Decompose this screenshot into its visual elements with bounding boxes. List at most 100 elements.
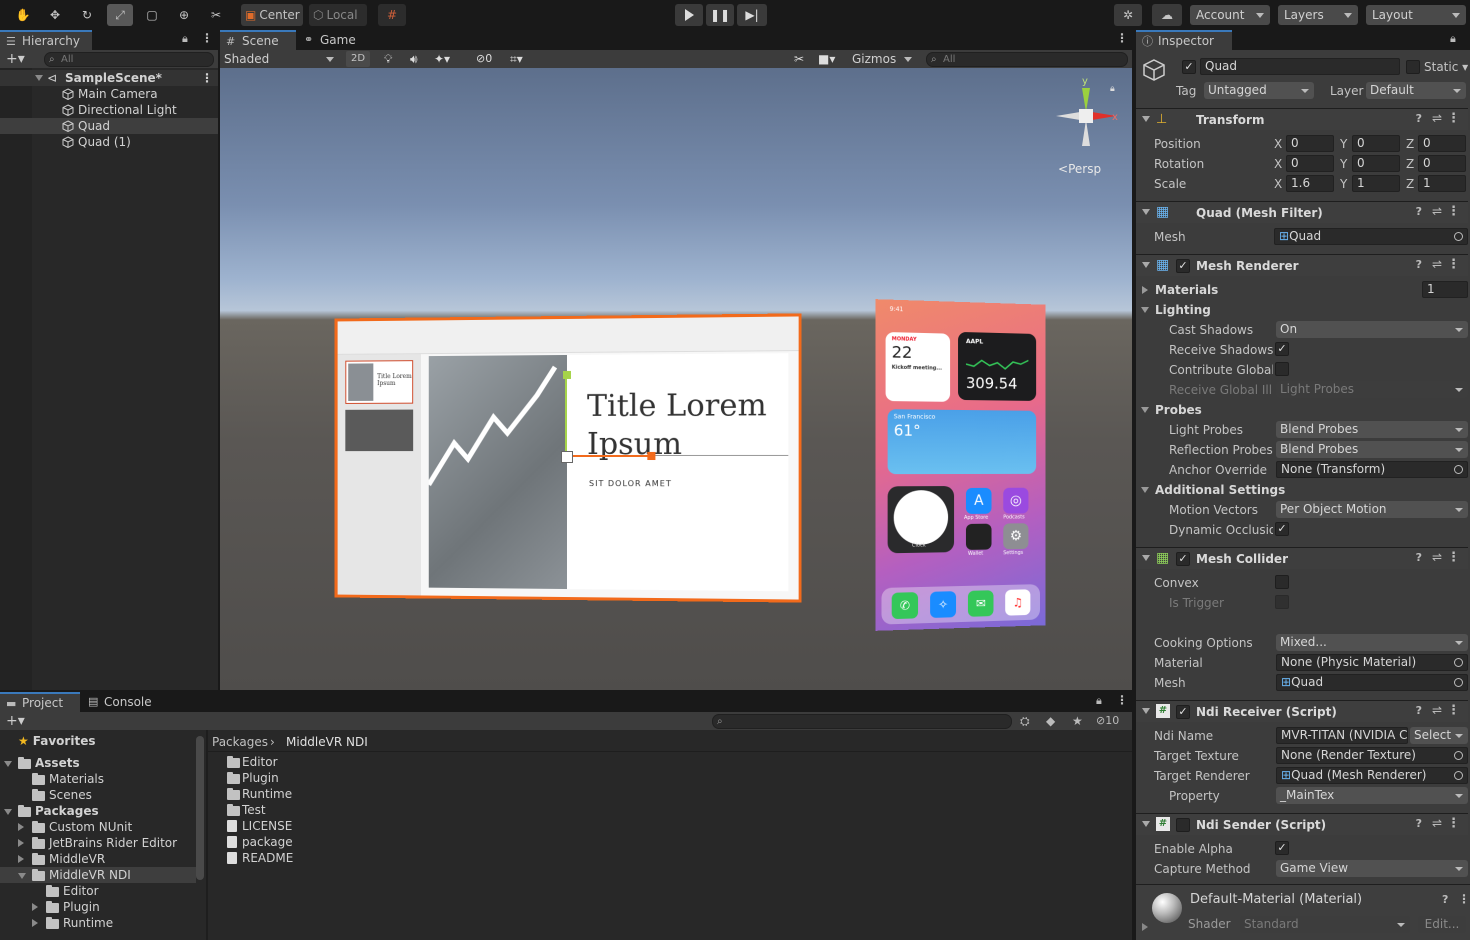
position-x-field[interactable]: 0: [1286, 135, 1334, 152]
cloud-icon[interactable]: ☁: [1152, 4, 1182, 26]
file-item-runtime[interactable]: Runtime: [224, 786, 424, 802]
tree-item-packages[interactable]: Packages: [0, 803, 196, 819]
shader-dropdown[interactable]: Standard: [1240, 916, 1410, 933]
component-menu-icon[interactable]: ⋮: [1447, 550, 1460, 565]
layer-dropdown[interactable]: Default: [1366, 82, 1466, 99]
pivot-center-toggle[interactable]: ▣ Center: [241, 4, 303, 26]
project-menu-icon[interactable]: ⋮: [1116, 693, 1128, 707]
convex-checkbox[interactable]: [1275, 575, 1289, 589]
splitter[interactable]: [206, 730, 208, 940]
scale-x-field[interactable]: 1.6: [1286, 175, 1334, 192]
help-icon[interactable]: ?: [1416, 112, 1422, 125]
tree-item-plugin[interactable]: Plugin: [0, 899, 196, 915]
help-icon[interactable]: ?: [1416, 205, 1422, 218]
rotation-y-axis-label[interactable]: Y: [1340, 156, 1347, 172]
layers-dropdown[interactable]: Layers: [1278, 5, 1358, 25]
play-button[interactable]: [675, 4, 703, 26]
hidden-packages-toggle[interactable]: ⊘10: [1096, 712, 1119, 730]
hidden-objects-toggle[interactable]: ⊘0: [476, 50, 492, 68]
file-item-readme[interactable]: README: [224, 850, 424, 866]
expand-arrow-icon[interactable]: [18, 839, 24, 847]
anchor-override-field[interactable]: None (Transform): [1276, 461, 1468, 478]
scene-menu-icon[interactable]: ⋮: [1116, 31, 1128, 45]
mesh-filter-header[interactable]: ▦ Quad (Mesh Filter) ? ⇌ ⋮: [1136, 201, 1468, 223]
tab-scene[interactable]: # Scene: [220, 30, 296, 50]
grid-snap-icon[interactable]: #: [378, 4, 406, 26]
project-lock-icon[interactable]: 🔒︎: [1096, 694, 1102, 708]
position-x-axis-label[interactable]: X: [1274, 136, 1282, 152]
receive-shadows-checkbox[interactable]: ✓: [1275, 342, 1289, 356]
position-z-axis-label[interactable]: Z: [1406, 136, 1414, 152]
expand-arrow-icon[interactable]: [18, 855, 24, 863]
mesh-field[interactable]: ⊞Quad: [1274, 228, 1468, 245]
scale-handle-center[interactable]: [561, 451, 573, 463]
presets-icon[interactable]: ⇌: [1432, 816, 1442, 830]
collapse-arrow-icon[interactable]: [1141, 487, 1149, 493]
move-tool-icon[interactable]: ✥: [42, 4, 68, 26]
collapse-arrow-icon[interactable]: [1142, 262, 1150, 268]
ndi-sender-enabled-checkbox[interactable]: [1176, 818, 1190, 832]
object-picker-icon[interactable]: [1454, 678, 1463, 687]
component-menu-icon[interactable]: ⋮: [1447, 816, 1460, 831]
scene-row[interactable]: ⊲ SampleScene* ⋮: [0, 70, 218, 86]
rect-tool-icon[interactable]: ▢: [139, 4, 165, 26]
expand-arrow-icon[interactable]: [32, 919, 38, 927]
hierarchy-item-main-camera[interactable]: Main Camera: [0, 86, 218, 102]
gizmo-lock-icon[interactable]: 🔒︎: [1110, 84, 1115, 94]
collider-mesh-field[interactable]: ⊞Quad: [1276, 674, 1468, 691]
static-checkbox[interactable]: [1406, 60, 1420, 74]
scale-y-field[interactable]: 1: [1352, 175, 1400, 192]
hierarchy-item-directional-light[interactable]: Directional Light: [0, 102, 218, 118]
file-item-package[interactable]: package: [224, 834, 424, 850]
presets-icon[interactable]: ⇌: [1432, 257, 1442, 271]
collapse-arrow-icon[interactable]: [1142, 555, 1150, 561]
tree-item-materials[interactable]: Materials: [0, 771, 196, 787]
breadcrumb-packages[interactable]: Packages: [212, 734, 268, 750]
dynamic-occlusion-checkbox[interactable]: ✓: [1275, 522, 1289, 536]
2d-toggle[interactable]: 2D: [346, 51, 370, 67]
audio-toggle-icon[interactable]: 🔊︎: [410, 50, 418, 68]
collider-material-field[interactable]: None (Physic Material): [1276, 654, 1468, 671]
presets-icon[interactable]: ⇌: [1432, 111, 1442, 125]
breadcrumb-current[interactable]: MiddleVR NDI: [286, 734, 368, 750]
component-menu-icon[interactable]: ⋮: [1447, 257, 1460, 272]
mesh-renderer-enabled-checkbox[interactable]: ✓: [1176, 259, 1190, 273]
rotation-x-axis-label[interactable]: X: [1274, 156, 1282, 172]
presets-icon[interactable]: ⇌: [1432, 703, 1442, 717]
position-y-field[interactable]: 0: [1352, 135, 1400, 152]
collapse-arrow-icon[interactable]: [1141, 307, 1149, 313]
camera-icon[interactable]: ■▾: [818, 50, 835, 68]
materials-count-field[interactable]: 1: [1422, 281, 1468, 298]
component-menu-icon[interactable]: ⋮: [1447, 204, 1460, 219]
scale-handle-y[interactable]: [565, 375, 567, 455]
expand-arrow-icon[interactable]: [1142, 286, 1152, 294]
tree-item-custom-nunit[interactable]: Custom NUnit: [0, 819, 196, 835]
hand-tool-icon[interactable]: ✋: [10, 4, 36, 26]
ndi-name-field[interactable]: MVR-TITAN (NVIDIA C: [1276, 727, 1408, 744]
scene-menu-icon[interactable]: ⋮: [201, 70, 213, 86]
tools-icon[interactable]: ✂: [794, 50, 804, 68]
lighting-toggle-icon[interactable]: 💡︎: [384, 50, 392, 68]
tree-item-editor[interactable]: Editor: [0, 883, 196, 899]
collapse-arrow-icon[interactable]: [4, 761, 12, 767]
account-dropdown[interactable]: Account: [1190, 5, 1270, 25]
object-picker-icon[interactable]: [1454, 465, 1463, 474]
scale-y-axis-label[interactable]: Y: [1340, 176, 1347, 192]
target-texture-field[interactable]: None (Render Texture): [1276, 747, 1468, 764]
scale-handle-x-cap[interactable]: [647, 452, 655, 460]
lock-icon[interactable]: 🔒︎: [182, 32, 188, 46]
custom-tool-icon[interactable]: ✂: [203, 4, 229, 26]
position-y-axis-label[interactable]: Y: [1340, 136, 1347, 152]
transform-header[interactable]: ⊥ Transform ? ⇌ ⋮: [1136, 108, 1468, 130]
collapse-arrow-icon[interactable]: [1142, 821, 1150, 827]
contribute-gi-checkbox[interactable]: [1275, 362, 1289, 376]
expand-arrow-icon[interactable]: [32, 903, 38, 911]
help-icon[interactable]: ?: [1416, 704, 1422, 717]
pause-button[interactable]: ❚❚: [706, 4, 734, 26]
help-icon[interactable]: ?: [1416, 551, 1422, 564]
additional-settings-foldout[interactable]: Additional Settings: [1155, 482, 1285, 498]
cast-shadows-dropdown[interactable]: On: [1276, 321, 1468, 338]
presets-icon[interactable]: ⇌: [1432, 550, 1442, 564]
tree-item-middlevr-ndi[interactable]: MiddleVR NDI: [0, 867, 196, 883]
expand-arrow-icon[interactable]: [1142, 923, 1148, 931]
